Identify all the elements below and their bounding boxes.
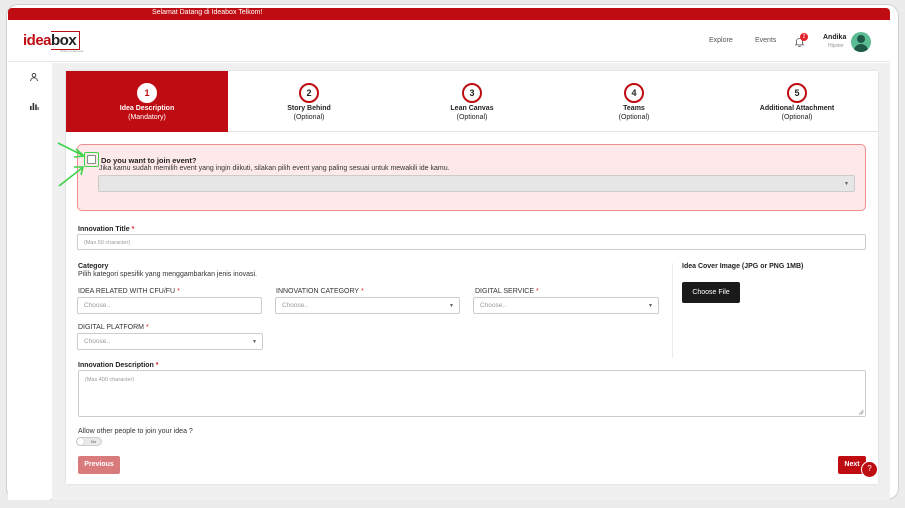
step-title: Lean Canvas — [450, 105, 494, 112]
step-number: 5 — [787, 83, 807, 103]
join-event-question: Do you want to join event? — [101, 156, 197, 165]
step-subtitle: (Optional) — [781, 114, 813, 121]
sidebar — [8, 63, 50, 500]
step-subtitle: (Optional) — [456, 114, 488, 121]
logo-subtitle: Telkom Indonesia — [60, 49, 84, 53]
step-number: 3 — [462, 83, 482, 103]
allow-join-label: Allow other people to join your idea ? — [78, 428, 193, 435]
welcome-banner: Selamat Datang di Ideabox Telkom! — [8, 8, 890, 20]
arrow-icon — [58, 166, 85, 187]
step-4[interactable]: 4 Teams (Optional) — [553, 71, 715, 132]
step-title: Story Behind — [287, 105, 331, 112]
digital-service-label: DIGITAL SERVICE * — [475, 288, 539, 295]
cover-image-label: Idea Cover Image (JPG or PNG 1MB) — [682, 263, 804, 270]
chevron-down-icon: ▼ — [844, 181, 849, 187]
user-icon[interactable] — [29, 72, 39, 82]
step-5[interactable]: 5 Additional Attachment (Optional) — [716, 71, 878, 132]
step-1[interactable]: 1 Idea Description (Mandatory) — [66, 71, 228, 132]
ideabox-logo[interactable]: ideabox — [23, 31, 81, 50]
digital-service-select[interactable]: Choose.. ▼ — [473, 297, 659, 314]
column-divider — [672, 263, 673, 358]
step-title: Idea Description — [119, 105, 175, 112]
cfu-label: IDEA RELATED WITH CFU/FU * — [78, 288, 180, 295]
nav-events[interactable]: Events — [755, 37, 776, 44]
notification-badge: 2 — [800, 33, 808, 41]
step-subtitle: (Optional) — [618, 114, 650, 121]
help-icon[interactable]: ? — [861, 461, 878, 478]
category-label: Category — [78, 263, 109, 270]
step-subtitle: (Optional) — [293, 114, 325, 121]
step-subtitle: (Mandatory) — [128, 114, 166, 121]
step-number: 1 — [137, 83, 157, 103]
cfu-input[interactable]: Choose.. — [77, 297, 262, 314]
step-title: Teams — [623, 105, 645, 112]
step-3[interactable]: 3 Lean Canvas (Optional) — [391, 71, 553, 132]
join-event-hint: Jika kamu sudah memilih event yang ingin… — [99, 165, 450, 172]
previous-button[interactable]: Previous — [78, 456, 120, 474]
chevron-down-icon: ▼ — [648, 303, 653, 309]
digital-platform-label: DIGITAL PLATFORM * — [78, 324, 149, 331]
choose-file-button[interactable]: Choose File — [682, 282, 740, 303]
innovation-category-select[interactable]: Choose.. ▼ — [275, 297, 460, 314]
user-role: Hipster — [828, 43, 844, 49]
nav-explore[interactable]: Explore — [709, 37, 733, 44]
toggle-state: No — [91, 439, 97, 444]
innovation-title-input[interactable]: (Max.50 character) — [77, 234, 866, 250]
innovation-description-input[interactable]: (Max.400 character) — [78, 370, 866, 417]
chevron-down-icon: ▼ — [449, 303, 454, 309]
step-title: Additional Attachment — [759, 105, 835, 112]
step-number: 4 — [624, 83, 644, 103]
step-wizard: 1 Idea Description (Mandatory) 2 Story B… — [66, 71, 878, 132]
step-number: 2 — [299, 83, 319, 103]
innovation-category-label: INNOVATION CATEGORY * — [276, 288, 364, 295]
event-select[interactable]: ▼ — [98, 175, 855, 192]
avatar[interactable] — [851, 32, 871, 52]
user-name: Andika — [823, 34, 847, 41]
chevron-down-icon: ▼ — [252, 339, 257, 345]
innovation-title-label: Innovation Title * — [78, 226, 135, 233]
innovation-description-label: Innovation Description * — [78, 362, 159, 369]
bar-chart-icon[interactable] — [29, 101, 39, 111]
resize-grip-icon[interactable] — [858, 409, 864, 415]
allow-join-toggle[interactable]: No — [76, 437, 102, 446]
welcome-text: Selamat Datang di Ideabox Telkom! — [152, 9, 263, 16]
step-2[interactable]: 2 Story Behind (Optional) — [228, 71, 390, 132]
toggle-knob — [77, 438, 84, 445]
category-hint: Pilih kategori spesifik yang menggambark… — [78, 271, 257, 278]
digital-platform-select[interactable]: Choose.. ▼ — [77, 333, 263, 350]
